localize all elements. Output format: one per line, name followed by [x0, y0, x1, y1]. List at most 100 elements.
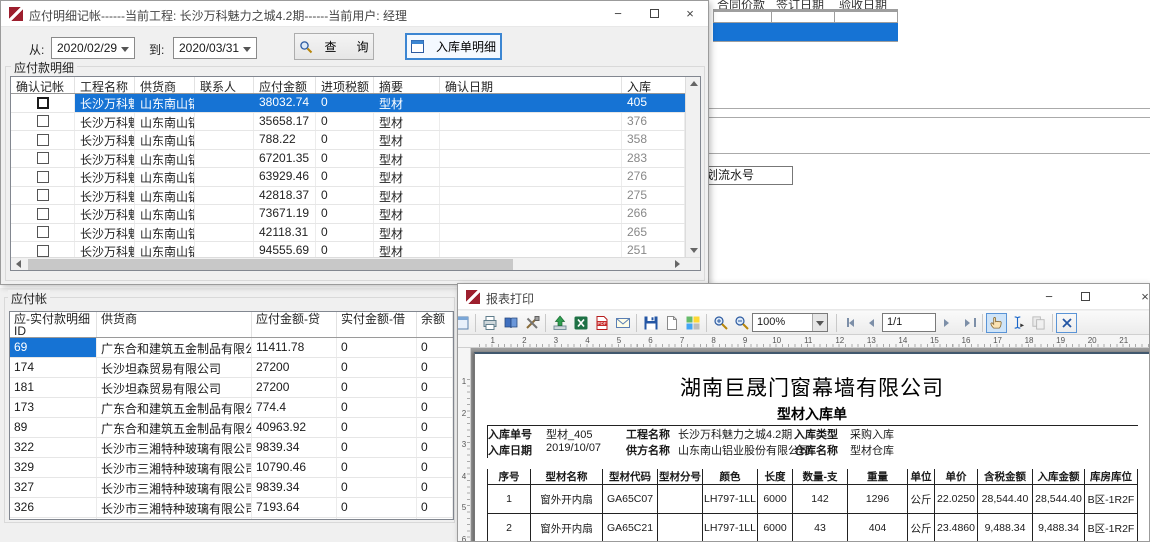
- detail-row[interactable]: 长沙万科魅力... 山东南山铝业... 42818.37 0 型材 275: [11, 187, 685, 206]
- confirm-checkbox[interactable]: [37, 134, 49, 146]
- confirm-checkbox[interactable]: [37, 208, 49, 220]
- cell-amount: 42118.31: [254, 224, 316, 242]
- print-icon[interactable]: [479, 313, 500, 333]
- save-icon[interactable]: [640, 313, 661, 333]
- to-date-value: 2020/03/31: [179, 41, 239, 55]
- confirm-checkbox[interactable]: [37, 115, 49, 127]
- payables-row[interactable]: 长沙市三湘特种玻璃有限公司: [10, 518, 453, 520]
- detail-row[interactable]: 长沙万科魅力... 山东南山铝业... 35658.17 0 型材 376: [11, 113, 685, 132]
- print-preview-area[interactable]: 123456 湖南巨晟门窗幕墙有限公司 型材入库单 入库单号 型材_405 工程…: [458, 348, 1149, 541]
- copy-icon[interactable]: [1028, 313, 1049, 333]
- detail-column-header[interactable]: 确认记帐: [11, 77, 75, 93]
- confirm-checkbox[interactable]: [37, 226, 49, 238]
- titlebar[interactable]: 应付明细记帐------当前工程: 长沙万科魅力之城4.2期------当前用户…: [1, 1, 708, 27]
- pdf-icon[interactable]: PDF: [591, 313, 612, 333]
- payables-column-header[interactable]: 实付金额-借: [337, 312, 417, 337]
- titlebar[interactable]: 报表打印 − ×: [458, 284, 1149, 310]
- contract-column-header[interactable]: 验收日期: [835, 0, 898, 9]
- payables-row[interactable]: 89 广东合和建筑五金制品有限公司 40963.92 0 0: [10, 418, 453, 438]
- page-toggle-icon[interactable]: [457, 313, 472, 333]
- close-button[interactable]: ×: [1127, 284, 1150, 310]
- scrollbar-thumb[interactable]: [28, 259, 513, 270]
- payables-column-header[interactable]: 应付金额-贷: [252, 312, 337, 337]
- payables-column-header[interactable]: 供货商: [97, 312, 252, 337]
- table-row-selected[interactable]: [713, 23, 898, 41]
- query-button[interactable]: 查 询: [294, 33, 374, 60]
- next-page-icon[interactable]: [936, 313, 957, 333]
- page-icon[interactable]: [661, 313, 682, 333]
- prev-page-icon[interactable]: [861, 313, 882, 333]
- page-number-field[interactable]: 1/1: [882, 313, 936, 332]
- confirm-checkbox[interactable]: [37, 171, 49, 183]
- cell-contact: [195, 94, 254, 112]
- payables-row[interactable]: 326 长沙市三湘特种玻璃有限公司 7193.64 0 0: [10, 498, 453, 518]
- chevron-down-icon[interactable]: [243, 47, 251, 56]
- scroll-right-icon[interactable]: [670, 258, 685, 270]
- confirm-checkbox[interactable]: [37, 97, 49, 109]
- close-preview-icon[interactable]: [1056, 313, 1077, 333]
- table-row[interactable]: [713, 12, 898, 23]
- scroll-up-icon[interactable]: [686, 77, 701, 90]
- detail-row[interactable]: 长沙万科魅力... 山东南山铝业... 94555.69 0 型材 251: [11, 242, 685, 257]
- detail-row[interactable]: 长沙万科魅力... 山东南山铝业... 63929.46 0 型材 276: [11, 168, 685, 187]
- scroll-left-icon[interactable]: [11, 258, 26, 270]
- detail-row[interactable]: 长沙万科魅力... 山东南山铝业... 788.22 0 型材 358: [11, 131, 685, 150]
- vertical-scrollbar[interactable]: [685, 77, 700, 257]
- minimize-button[interactable]: −: [600, 1, 636, 27]
- inbound-detail-button[interactable]: 入库单明细: [405, 33, 502, 60]
- payables-column-header[interactable]: 余额: [417, 312, 453, 337]
- detail-row[interactable]: 长沙万科魅力... 山东南山铝业... 42118.31 0 型材 265: [11, 224, 685, 243]
- hand-tool-icon[interactable]: [986, 313, 1007, 333]
- confirm-checkbox[interactable]: [37, 245, 49, 257]
- detail-column-header[interactable]: 联系人: [195, 77, 254, 93]
- zoom-in-icon[interactable]: [710, 313, 731, 333]
- mail-icon[interactable]: [612, 313, 633, 333]
- chevron-down-icon[interactable]: [121, 47, 129, 56]
- export-icon[interactable]: [549, 313, 570, 333]
- payables-row[interactable]: 173 广东合和建筑五金制品有限公司 774.4 0 0: [10, 398, 453, 418]
- detail-column-header[interactable]: 进项税额: [316, 77, 374, 93]
- cell-confirm-date: [440, 242, 622, 257]
- payables-row[interactable]: 181 长沙坦森贸易有限公司 27200 0 0: [10, 378, 453, 398]
- minimize-button[interactable]: −: [1031, 284, 1067, 310]
- detail-column-header[interactable]: 供货商: [135, 77, 195, 93]
- payables-column-header[interactable]: 应-实付款明细ID: [10, 312, 97, 337]
- tools-icon[interactable]: [521, 313, 542, 333]
- payables-row[interactable]: 327 长沙市三湘特种玻璃有限公司 9839.34 0 0: [10, 478, 453, 498]
- detail-row[interactable]: 长沙万科魅力... 山东南山铝业... 73671.19 0 型材 266: [11, 205, 685, 224]
- maximize-button[interactable]: [636, 1, 672, 27]
- detail-column-header[interactable]: 应付金额: [254, 77, 316, 93]
- text-select-icon[interactable]: [1007, 313, 1028, 333]
- detail-column-header[interactable]: 工程名称: [75, 77, 135, 93]
- zoom-level-combobox[interactable]: 100%: [752, 313, 828, 332]
- confirm-checkbox[interactable]: [37, 152, 49, 164]
- zoom-out-icon[interactable]: [731, 313, 752, 333]
- book-icon[interactable]: [500, 313, 521, 333]
- cell-project: 长沙万科魅力...: [75, 224, 135, 242]
- maximize-button[interactable]: [1067, 284, 1103, 310]
- ruler-number: 2: [458, 409, 470, 441]
- confirm-checkbox[interactable]: [37, 189, 49, 201]
- payables-row[interactable]: 329 长沙市三湘特种玻璃有限公司 10790.46 0 0: [10, 458, 453, 478]
- close-button[interactable]: ×: [672, 1, 708, 27]
- detail-row[interactable]: 长沙万科魅力... 山东南山铝业... 67201.35 0 型材 283: [11, 150, 685, 169]
- to-date-combobox[interactable]: 2020/03/31: [173, 37, 257, 59]
- chart-icon[interactable]: [682, 313, 703, 333]
- chevron-down-icon[interactable]: [812, 314, 827, 331]
- first-page-icon[interactable]: [840, 313, 861, 333]
- detail-column-header[interactable]: 确认日期: [440, 77, 622, 93]
- horizontal-scrollbar[interactable]: [11, 257, 700, 270]
- contract-column-header[interactable]: 合同价款: [713, 0, 772, 9]
- excel-icon[interactable]: [570, 313, 591, 333]
- payables-row[interactable]: 322 长沙市三湘特种玻璃有限公司 9839.34 0 0: [10, 438, 453, 458]
- from-date-combobox[interactable]: 2020/02/29: [51, 37, 135, 59]
- ruler-number: 7: [666, 335, 698, 347]
- contract-column-header[interactable]: 签订日期: [772, 0, 835, 9]
- table-row[interactable]: [713, 41, 898, 42]
- detail-row[interactable]: 长沙万科魅力... 山东南山铝业... 38032.74 0 型材 405: [11, 94, 685, 113]
- detail-column-header[interactable]: 摘要: [374, 77, 440, 93]
- cell-inbound-no: 283: [622, 150, 685, 168]
- scroll-down-icon[interactable]: [686, 244, 701, 257]
- payables-row[interactable]: 69 广东合和建筑五金制品有限公司 11411.78 0 0: [10, 338, 453, 358]
- payables-row[interactable]: 174 长沙坦森贸易有限公司 27200 0 0: [10, 358, 453, 378]
